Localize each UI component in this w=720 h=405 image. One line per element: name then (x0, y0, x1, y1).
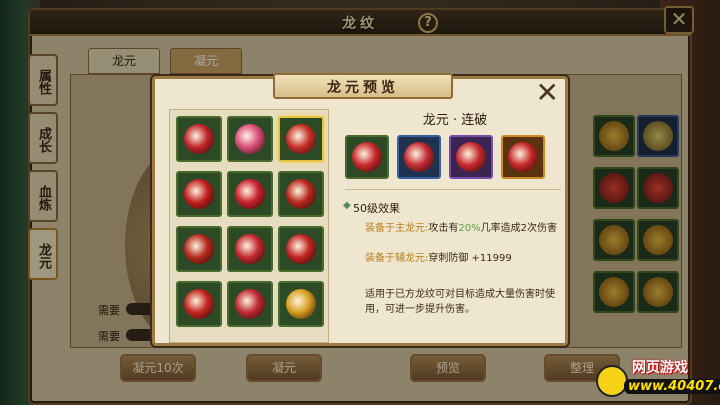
main-essence-effect: 装备于主龙元:攻击有20%几率造成2次伤害 (365, 221, 557, 236)
popup-title-plate: 龙元预览 (273, 73, 453, 99)
essence-orb-icon (235, 289, 265, 319)
essence-orb-icon (184, 289, 214, 319)
essence-orb-icon (508, 142, 538, 172)
quality-variant-blue[interactable] (397, 135, 441, 179)
popup-title: 龙元预览 (327, 80, 399, 96)
essence-slot[interactable] (278, 116, 324, 162)
essence-slot[interactable] (227, 281, 273, 327)
quality-variant-purple[interactable] (449, 135, 493, 179)
essence-slot[interactable] (176, 171, 222, 217)
main-essence-pct: 20% (458, 223, 481, 234)
skill-name: 龙元 · 连破 (422, 113, 488, 128)
diamond-icon: ◆ (343, 200, 351, 211)
essence-slot[interactable] (278, 226, 324, 272)
main-essence-text-b: 几率造成2次伤害 (480, 223, 557, 234)
essence-slot[interactable] (227, 171, 273, 217)
essence-orb-icon (235, 124, 265, 154)
essence-orb-icon (286, 234, 316, 264)
main-essence-label: 装备于主龙元: (365, 223, 429, 234)
essence-slot[interactable] (176, 226, 222, 272)
essence-slot[interactable] (227, 226, 273, 272)
essence-slot[interactable] (176, 116, 222, 162)
essence-orb-icon (404, 142, 434, 172)
essence-orb-icon (184, 234, 214, 264)
essence-detail: 龙元 · 连破 ◆ 50级效果 装备于主龙元:攻击有20%几率造成2次伤害 装备… (343, 103, 565, 343)
essence-description: 适用于已方龙纹可对目标造成大量伤害时使用，可进一步提升伤害。 (365, 289, 555, 315)
main-essence-text-a: 攻击有 (428, 223, 459, 234)
essence-slot[interactable] (227, 116, 273, 162)
sub-essence-text: 穿刺防御 +11999 (428, 253, 512, 264)
essence-orb-icon (184, 124, 214, 154)
essence-orb-icon (456, 142, 486, 172)
essence-orb-icon (184, 179, 214, 209)
sub-essence-effect: 装备于辅龙元:穿刺防御 +11999 (365, 251, 512, 266)
essence-slot[interactable] (176, 281, 222, 327)
essence-slot[interactable] (278, 281, 324, 327)
watermark-line2: www.40407.com (624, 379, 720, 394)
mascot-icon (596, 365, 628, 397)
quality-variant-green[interactable] (345, 135, 389, 179)
quality-variant-orange[interactable] (501, 135, 545, 179)
level-effect-label: 50级效果 (353, 202, 400, 215)
detail-divider (345, 189, 561, 190)
essence-slot[interactable] (278, 171, 324, 217)
game-scene: 龙纹 ? ✕ 属性 成长 血炼 龙元 龙元 凝元 需要 需要 拥有 凝元10次 … (0, 0, 720, 405)
essence-grid (169, 109, 329, 343)
essence-orb-icon (286, 179, 316, 209)
watermark-line1: 网页游戏 (632, 360, 688, 376)
essence-orb-icon (235, 179, 265, 209)
essence-orb-icon (286, 124, 316, 154)
essence-orb-icon (352, 142, 382, 172)
site-watermark: 网页游戏 www.40407.com (592, 355, 720, 405)
sub-essence-label: 装备于辅龙元: (365, 253, 429, 264)
essence-preview-popup: 龙元预览 ✕ 龙元 · 连破 ◆ 50级效果 装备于主龙元:攻击有20%几率造成… (152, 73, 568, 346)
essence-orb-icon (286, 289, 316, 319)
essence-orb-icon (235, 234, 265, 264)
